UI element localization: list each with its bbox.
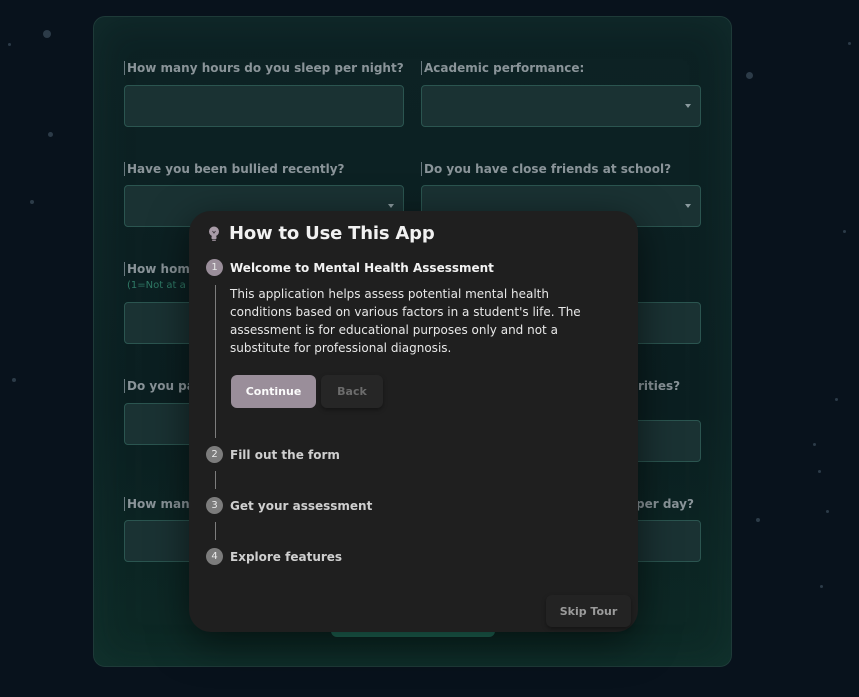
background-star: [813, 443, 816, 446]
tour-step-3[interactable]: 3 Get your assessment: [206, 497, 372, 514]
academic-performance-select[interactable]: [421, 85, 701, 127]
bullied-label: Have you been bullied recently?: [124, 162, 345, 176]
step-connector: [215, 522, 216, 540]
background-star: [30, 200, 34, 204]
background-star: [48, 132, 53, 137]
step-title: Welcome to Mental Health Assessment: [230, 260, 494, 275]
tour-modal: How to Use This App 1 Welcome to Mental …: [189, 211, 638, 632]
continue-button[interactable]: Continue: [231, 375, 316, 408]
background-star: [848, 42, 851, 45]
skip-tour-button[interactable]: Skip Tour: [546, 595, 631, 627]
background-star: [835, 398, 838, 401]
tour-header: How to Use This App: [207, 223, 435, 244]
background-star: [826, 510, 829, 513]
close-friends-label: Do you have close friends at school?: [421, 162, 671, 176]
tour-step-4[interactable]: 4 Explore features: [206, 548, 342, 565]
tour-title: How to Use This App: [229, 223, 435, 244]
chevron-down-icon: [388, 204, 394, 208]
step-connector: [215, 471, 216, 489]
background-star: [756, 518, 760, 522]
step-description: This application helps assess potential …: [230, 287, 581, 355]
back-button[interactable]: Back: [321, 375, 383, 408]
sleep-hours-label: How many hours do you sleep per night?: [124, 61, 404, 75]
lightbulb-icon: [209, 226, 219, 241]
step-number-badge: 2: [206, 446, 223, 463]
chevron-down-icon: [685, 204, 691, 208]
homework-label: How hom: [124, 262, 190, 276]
chevron-down-icon: [685, 104, 691, 108]
step-number-badge: 4: [206, 548, 223, 565]
activities-label: rities?: [638, 379, 681, 393]
background-star: [43, 30, 51, 38]
step-title: Fill out the form: [230, 447, 340, 462]
per-day-label: per day?: [636, 497, 694, 511]
tour-step-2[interactable]: 2 Fill out the form: [206, 446, 340, 463]
sleep-hours-input[interactable]: [124, 85, 404, 127]
background-star: [843, 230, 846, 233]
step-number-badge: 3: [206, 497, 223, 514]
step-number-badge: 1: [206, 259, 223, 276]
academic-performance-label: Academic performance:: [421, 61, 584, 75]
background-star: [820, 585, 823, 588]
step-title: Explore features: [230, 549, 343, 564]
background-star: [746, 72, 753, 79]
background-star: [818, 470, 821, 473]
step-connector: [215, 285, 216, 438]
participation-label: Do you pa: [124, 379, 195, 393]
tour-step-1[interactable]: 1 Welcome to Mental Health Assessment: [206, 259, 494, 276]
homework-scale-hint: (1=Not at a: [127, 280, 186, 291]
background-star: [12, 378, 16, 382]
background-star: [8, 43, 11, 46]
step-title: Get your assessment: [230, 498, 373, 513]
how-many-label: How man: [124, 497, 190, 511]
